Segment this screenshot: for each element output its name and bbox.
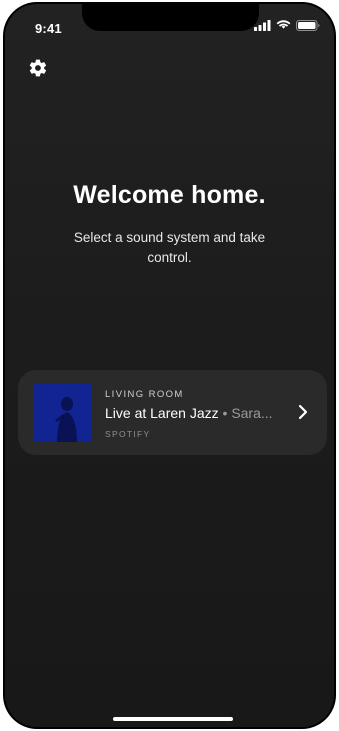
settings-button[interactable]: [27, 57, 49, 79]
home-indicator[interactable]: [113, 717, 233, 721]
device-notch: [82, 4, 259, 31]
gear-icon: [29, 59, 47, 77]
room-name: LIVING ROOM: [105, 389, 184, 400]
status-time: 9:41: [35, 21, 62, 36]
page-subtitle: Select a sound system and take control.: [73, 230, 266, 265]
track-title: Live at Laren Jazz: [105, 405, 219, 421]
track-info: Live at Laren Jazz • Sara...: [105, 405, 287, 421]
chevron-right-icon: [298, 404, 308, 420]
status-icons: [254, 20, 320, 31]
album-artwork-image: [33, 384, 91, 442]
app-screen: 9:41 Welcome home. Select a sound system…: [5, 4, 334, 727]
album-artwork: [33, 384, 91, 442]
device-frame: 9:41 Welcome home. Select a sound system…: [3, 2, 336, 729]
page-title: Welcome home.: [73, 181, 266, 209]
wifi-icon: [276, 20, 291, 29]
now-playing-card[interactable]: LIVING ROOM Live at Laren Jazz • Sara...…: [18, 370, 327, 455]
cellular-signal-icon: [254, 20, 271, 31]
music-source: Spotify: [105, 429, 151, 439]
track-artist: Sara...: [231, 405, 273, 421]
track-separator: •: [222, 405, 228, 421]
battery-icon: [296, 20, 320, 31]
